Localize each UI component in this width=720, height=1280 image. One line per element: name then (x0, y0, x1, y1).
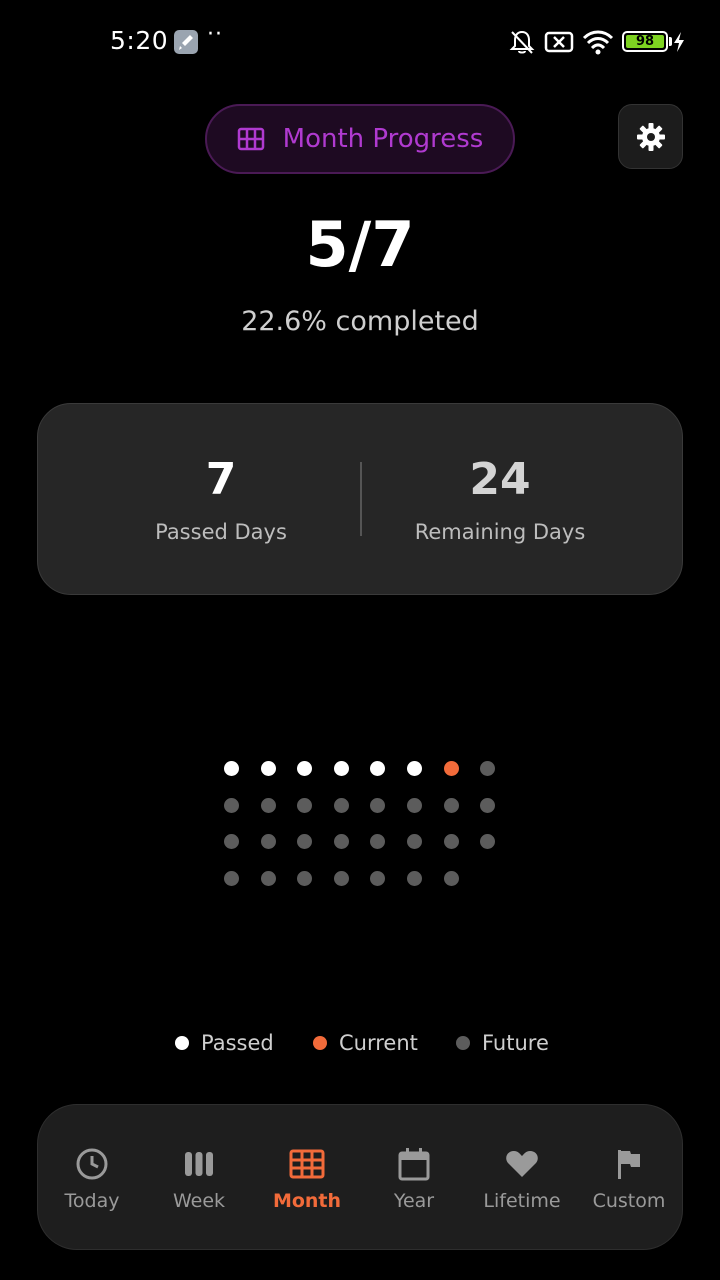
nav-month-label: Month (272, 1190, 342, 1212)
status-bar: 5:20 ·· 98 (0, 0, 720, 84)
nav-custom-label: Custom (592, 1190, 666, 1212)
status-time: 5:20 (110, 26, 169, 55)
day-dot-future (260, 834, 276, 850)
remaining-days-stat: 24 Remaining Days (370, 452, 630, 544)
day-dot-future (480, 761, 496, 776)
settings-button[interactable] (618, 104, 683, 169)
nav-lifetime[interactable]: Lifetime (468, 1147, 576, 1212)
grid-calendar-icon (237, 127, 264, 151)
page-title: Month Progress (282, 124, 484, 154)
day-dot-future (480, 797, 496, 813)
day-dot-current (443, 761, 459, 776)
day-dot-future (260, 797, 276, 813)
nav-today[interactable]: Today (38, 1147, 146, 1212)
day-dot-future (224, 834, 239, 850)
sim-off-icon (544, 31, 574, 53)
nav-month[interactable]: Month (253, 1147, 361, 1212)
battery-level: 98 (635, 34, 655, 49)
nav-lifetime-label: Lifetime (483, 1190, 561, 1212)
legend-current-label: Current (339, 1031, 418, 1055)
more-dots-icon: ·· (207, 22, 223, 47)
day-dot-future (370, 834, 386, 850)
progress-percent: 22.6% completed (241, 306, 479, 337)
day-dot-passed (333, 761, 349, 776)
passed-days-label: Passed Days (155, 520, 287, 544)
flag-icon (618, 1150, 640, 1179)
nav-week[interactable]: Week (145, 1147, 253, 1212)
day-dot-future (443, 797, 459, 813)
day-dot-future (224, 871, 239, 887)
day-dot-future (443, 871, 459, 887)
future-dot-icon (456, 1036, 470, 1050)
day-dot-passed (297, 761, 313, 776)
battery-icon: 98 (622, 31, 668, 52)
day-dot-future (333, 797, 349, 813)
passed-days-stat: 7 Passed Days (91, 452, 351, 544)
remaining-days-value: 24 (469, 454, 531, 505)
nav-week-label: Week (172, 1190, 226, 1212)
calendar-icon (398, 1148, 430, 1181)
bars-icon (185, 1152, 213, 1176)
day-dot-future (297, 797, 313, 813)
legend-future: Future (456, 1031, 549, 1055)
day-dot-future (407, 871, 422, 887)
stats-divider (360, 462, 362, 536)
clock-icon (76, 1148, 108, 1180)
day-dot-future (260, 871, 276, 887)
nav-custom[interactable]: Custom (575, 1147, 683, 1212)
passed-days-value: 7 (205, 454, 237, 505)
progress-fraction: 5/7 (305, 208, 415, 281)
stats-card: 7 Passed Days 24 Remaining Days (37, 403, 683, 595)
legend-current: Current (313, 1031, 418, 1055)
charging-bolt-icon (674, 32, 684, 52)
day-dot-passed (260, 761, 276, 776)
passed-dot-icon (175, 1036, 189, 1050)
heart-icon (506, 1151, 538, 1177)
legend-future-label: Future (482, 1031, 549, 1055)
day-dot-future (480, 834, 496, 850)
day-dot-future (333, 871, 349, 887)
bell-off-icon (509, 30, 535, 54)
day-dot-passed (224, 761, 239, 776)
day-dot-passed (370, 761, 386, 776)
gear-icon (636, 122, 665, 151)
month-progress-screen: 5:20 ·· 98 Month Progress 5/7 22.6% comp… (0, 0, 720, 1280)
day-dot-future (370, 797, 386, 813)
day-dot-future (297, 871, 313, 887)
wifi-icon (582, 30, 614, 55)
legend-passed: Passed (175, 1031, 274, 1055)
remaining-days-label: Remaining Days (414, 520, 586, 544)
legend-passed-label: Passed (201, 1031, 274, 1055)
nav-year[interactable]: Year (360, 1147, 468, 1212)
day-dot-future (443, 834, 459, 850)
day-dot-future (297, 834, 313, 850)
day-dot-passed (407, 761, 422, 776)
current-dot-icon (313, 1036, 327, 1050)
nav-year-label: Year (393, 1190, 435, 1212)
day-dot-future (370, 871, 386, 887)
day-dot-future (224, 797, 239, 813)
month-progress-header[interactable]: Month Progress (205, 104, 515, 174)
wrench-badge-icon (174, 30, 198, 54)
bottom-nav: Today Week Month Year Lifetime Custom (37, 1104, 683, 1250)
day-dot-future (407, 797, 422, 813)
legend: Passed Current Future (0, 1031, 720, 1061)
days-dot-grid (0, 0, 720, 1280)
day-dot-future (407, 834, 422, 850)
nav-today-label: Today (64, 1190, 120, 1212)
grid-icon (289, 1149, 325, 1179)
day-dot-future (333, 834, 349, 850)
